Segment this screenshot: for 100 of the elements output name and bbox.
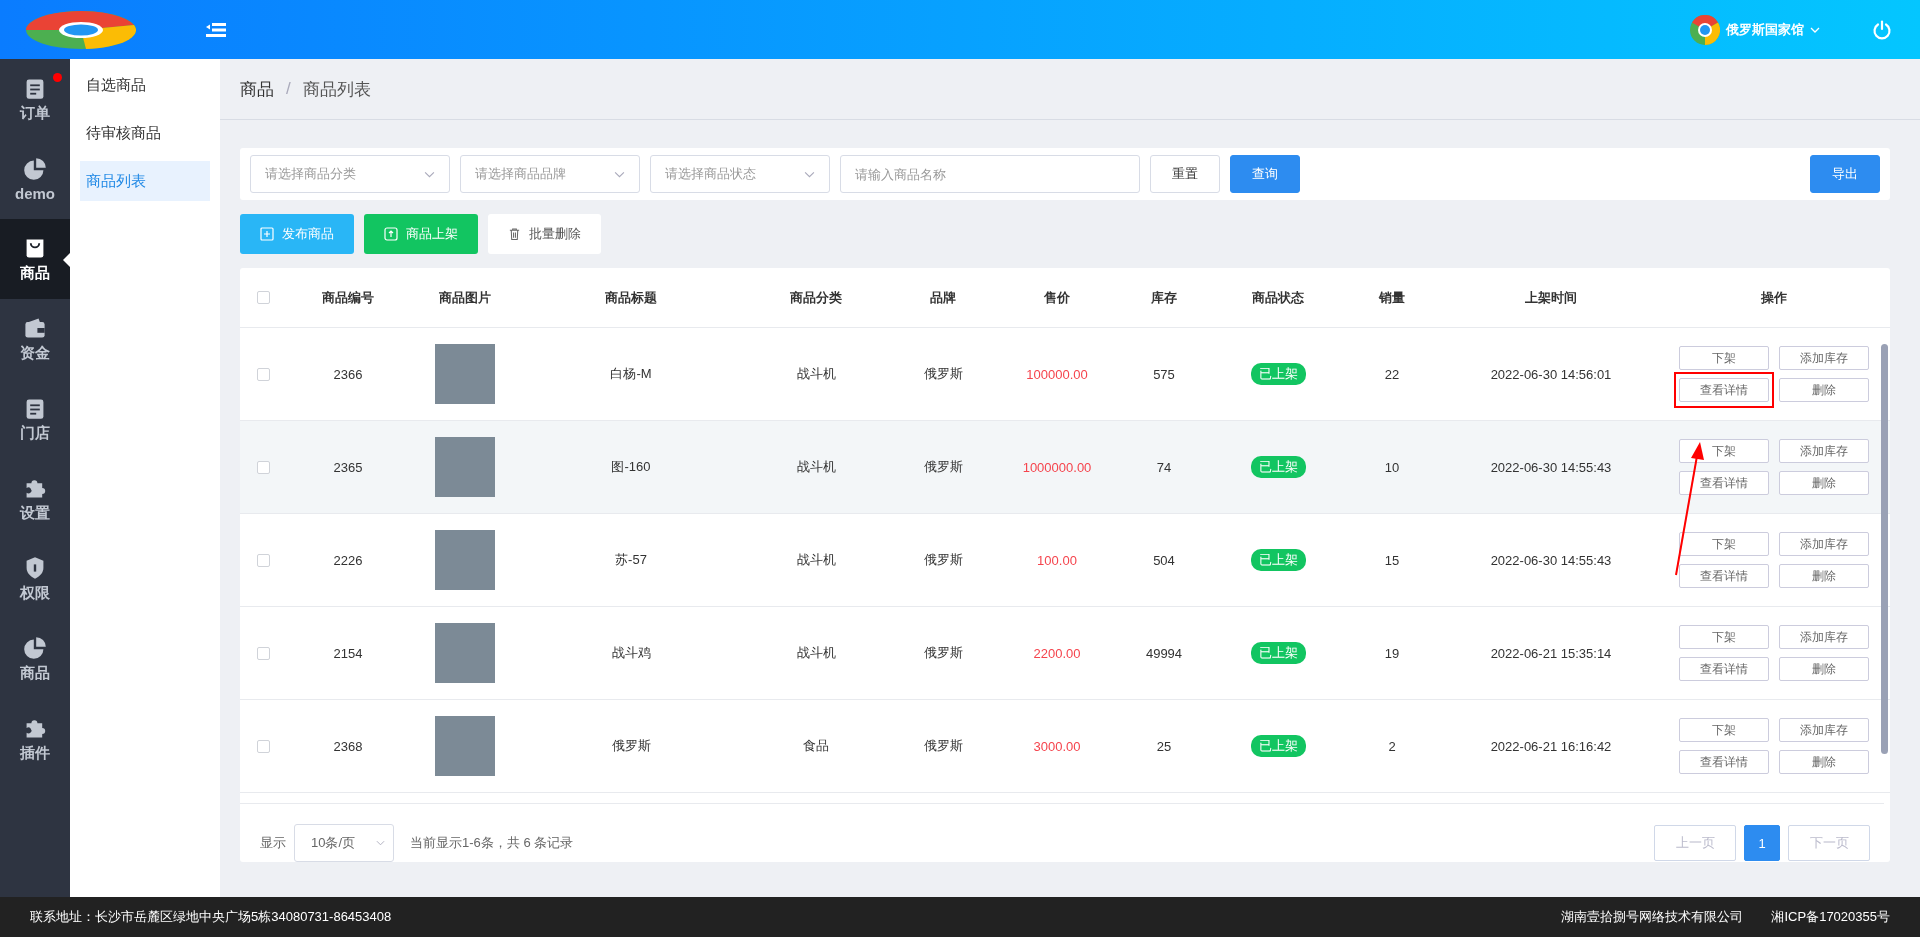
sidebar-item[interactable]: 资金 [0, 299, 70, 379]
row-checkbox[interactable] [256, 367, 270, 381]
export-button[interactable]: 导出 [1810, 155, 1880, 193]
table-cell: 战斗鸡 [611, 644, 651, 662]
add-stock-button[interactable]: 添加库存 [1779, 532, 1869, 556]
breadcrumb-separator: / [286, 79, 291, 99]
breadcrumb-item: 商品列表 [302, 78, 371, 101]
table-cell: 战斗机 [796, 365, 836, 383]
table-cell: 2365 [333, 459, 363, 475]
table-cell: 575 [1153, 366, 1175, 382]
sidebar-item[interactable]: 插件 [0, 699, 70, 779]
sidebar-item[interactable]: 门店 [0, 379, 70, 459]
status-tag: 已上架 [1250, 456, 1306, 478]
table-cell: 俄罗斯 [923, 365, 963, 383]
chevron-down-icon [804, 170, 815, 178]
sidebar-label: 设置 [20, 503, 50, 523]
price-cell: 1000000.00 [1022, 459, 1092, 475]
table-cell: 食品 [803, 737, 829, 755]
unshelve-button[interactable]: 下架 [1679, 532, 1769, 556]
delete-button[interactable]: 删除 [1779, 750, 1869, 774]
column-header: 商品标题 [605, 288, 657, 307]
table-cell: 白杨-M [610, 365, 652, 383]
table-cell: 战斗机 [796, 551, 836, 569]
delete-button[interactable]: 删除 [1779, 564, 1869, 588]
view-details-button[interactable]: 查看详情 [1679, 378, 1769, 402]
sidebar-item[interactable]: 权限 [0, 539, 70, 619]
column-header: 库存 [1151, 288, 1177, 307]
search-field[interactable]: 请输入商品名称 [840, 155, 1140, 193]
sidebar-item[interactable]: 商品 [0, 619, 70, 699]
contact-address: 联系地址：长沙市岳麓区绿地中央广场5栋34080731-86453408 [30, 908, 392, 926]
status-tag: 已上架 [1250, 363, 1306, 385]
page-size-label: 显示 [260, 834, 286, 852]
table-row[interactable]: 2365 图-160 战斗机 俄罗斯 1000000.00 74 已上架 10 2022-06-30 14:55:43 下架 添加库存 查看详情 删除 [240, 421, 1890, 514]
photo-placeholder [435, 716, 495, 776]
submenu-item[interactable]: 商品列表 [80, 161, 210, 201]
price-cell: 100000.00 [1026, 366, 1088, 382]
view-details-button[interactable]: 查看详情 [1679, 564, 1769, 588]
reset-button[interactable]: 重置 [1150, 155, 1220, 193]
add-stock-button[interactable]: 添加库存 [1779, 439, 1869, 463]
add-stock-button[interactable]: 添加库存 [1779, 625, 1869, 649]
view-details-button[interactable]: 查看详情 [1679, 471, 1769, 495]
table-cell: 2022-06-30 14:56:01 [1490, 366, 1612, 382]
price-cell: 3000.00 [1033, 738, 1081, 754]
table-row[interactable]: 2154 战斗鸡 战斗机 俄罗斯 2200.00 49994 已上架 19 2022-06-21 15:35:14 下架 添加库存 查看详情 删除 [240, 607, 1890, 700]
delete-button[interactable]: 删除 [1779, 657, 1869, 681]
select-all-checkbox[interactable] [256, 291, 270, 304]
table-row[interactable]: 2368 俄罗斯 食品 俄罗斯 3000.00 25 已上架 2 2022-06-21 16:16:42 下架 添加库存 查看详情 删除 [240, 700, 1890, 793]
sidebar-label: 商品 [20, 263, 50, 283]
sidebar-item[interactable]: 设置 [0, 459, 70, 539]
scrollbar[interactable] [1881, 344, 1888, 754]
table-cell: 2022-06-30 14:55:43 [1490, 552, 1612, 568]
sidebar-item[interactable]: demo [0, 139, 70, 219]
view-details-button[interactable]: 查看详情 [1679, 750, 1769, 774]
add-stock-button[interactable]: 添加库存 [1779, 346, 1869, 370]
table-row[interactable]: 2226 苏-57 战斗机 俄罗斯 100.00 504 已上架 15 2022-06-30 14:55:43 下架 添加库存 查看详情 删除 [240, 514, 1890, 607]
menu-icon[interactable] [206, 21, 226, 38]
page-number-button[interactable]: 1 [1744, 825, 1780, 861]
record-summary: 当前显示1-6条，共 6 条记录 [410, 834, 574, 852]
table-cell: 俄罗斯 [923, 551, 963, 569]
table-cell: 2022-06-30 14:55:43 [1490, 459, 1612, 475]
chevron-down-icon [1810, 26, 1820, 33]
row-checkbox[interactable] [256, 646, 270, 660]
row-checkbox[interactable] [256, 739, 270, 753]
unshelve-button[interactable]: 下架 [1679, 718, 1769, 742]
breadcrumb-item[interactable]: 商品 [240, 77, 274, 101]
trash-icon [508, 227, 521, 241]
view-details-button[interactable]: 查看详情 [1679, 657, 1769, 681]
delete-button[interactable]: 删除 [1779, 378, 1869, 402]
row-checkbox[interactable] [256, 460, 270, 474]
table-cell: 苏-57 [615, 551, 647, 569]
table-cell: 49994 [1145, 645, 1183, 661]
table-cell: 15 [1384, 552, 1400, 568]
sidebar-label: 权限 [20, 583, 50, 603]
batch-delete-button[interactable]: 批量删除 [488, 214, 601, 254]
power-icon[interactable] [1872, 19, 1892, 40]
plus-square-icon [260, 227, 274, 241]
query-button[interactable]: 查询 [1230, 155, 1300, 193]
column-header: 商品状态 [1252, 288, 1304, 307]
add-stock-button[interactable]: 添加库存 [1779, 718, 1869, 742]
row-checkbox[interactable] [256, 553, 270, 567]
column-header: 商品图片 [439, 288, 491, 307]
submenu-item[interactable]: 自选商品 [70, 65, 210, 105]
submenu-item[interactable]: 待审核商品 [70, 113, 210, 153]
table-cell: 2154 [333, 645, 363, 661]
icp-link[interactable]: 湘ICP备17020355号 [1771, 908, 1890, 926]
table-cell: 2022-06-21 16:16:42 [1490, 738, 1612, 754]
unshelve-button[interactable]: 下架 [1679, 439, 1769, 463]
column-header: 品牌 [930, 288, 956, 307]
table-cell: 2022-06-21 15:35:14 [1490, 645, 1612, 661]
sidebar-item[interactable]: 订单 [0, 59, 70, 139]
delete-button[interactable]: 删除 [1779, 471, 1869, 495]
page-size-select[interactable]: 10条/页 [294, 824, 394, 862]
unshelve-button[interactable]: 下架 [1679, 625, 1769, 649]
table-cell: 俄罗斯 [923, 737, 963, 755]
column-header: 操作 [1761, 288, 1787, 307]
table-cell: 俄罗斯 [611, 737, 651, 755]
status-tag: 已上架 [1250, 549, 1306, 571]
sidebar-item[interactable]: 商品 [0, 219, 70, 299]
unshelve-button[interactable]: 下架 [1679, 346, 1769, 370]
table-cell: 10 [1384, 459, 1400, 475]
